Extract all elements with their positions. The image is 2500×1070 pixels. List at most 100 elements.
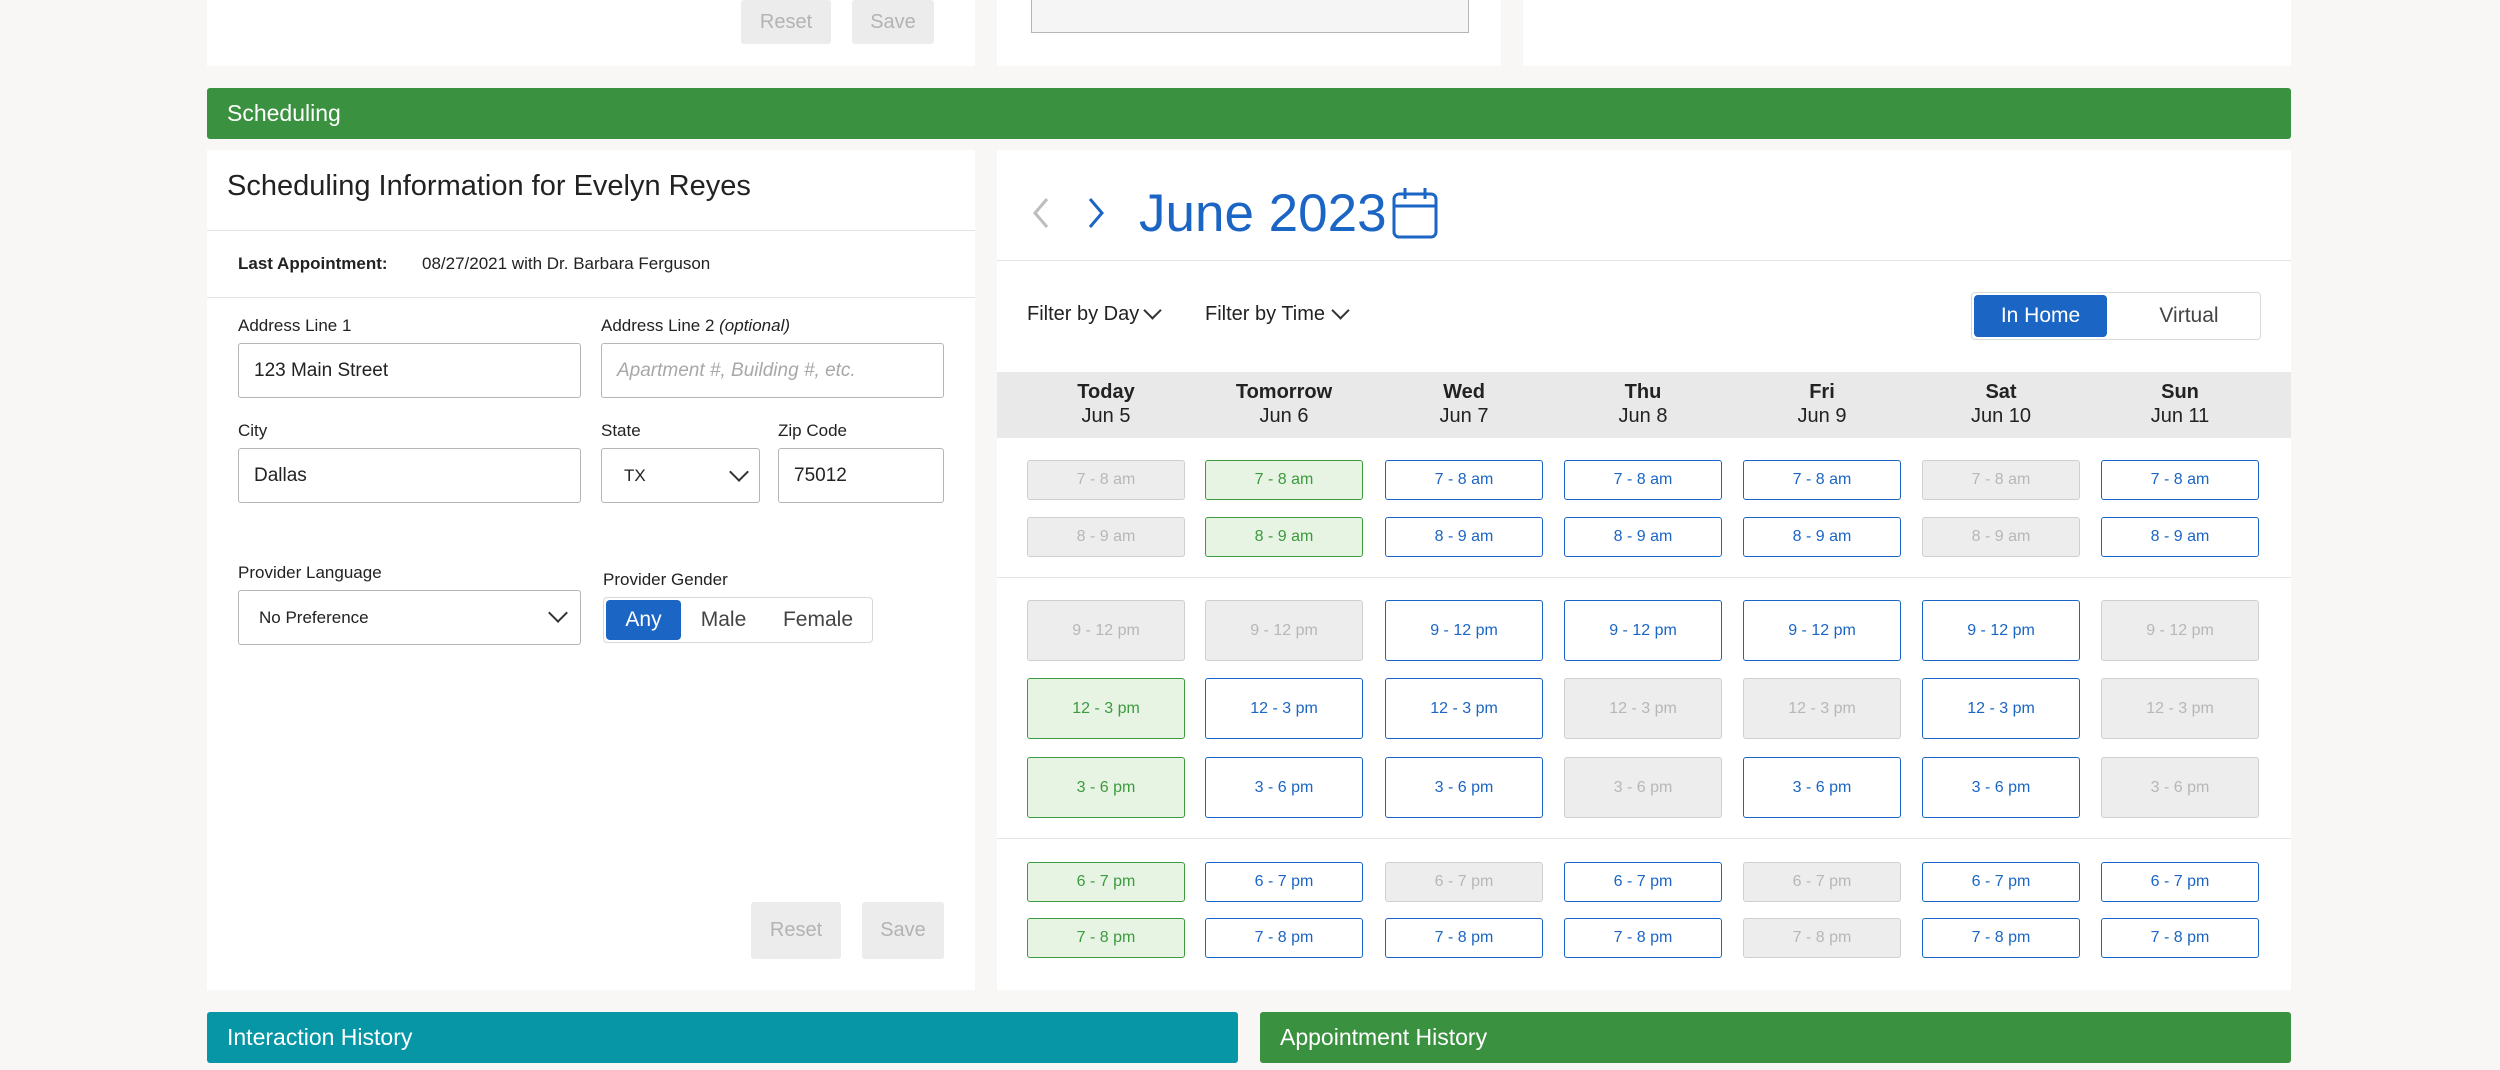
scheduling-bar-title: Scheduling — [227, 100, 341, 126]
day-date: Jun 6 — [1259, 405, 1309, 427]
gender-any-button[interactable]: Any — [606, 600, 681, 640]
time-slot-button[interactable]: 8 - 9 am — [2101, 517, 2259, 557]
chevron-left-icon[interactable] — [1029, 195, 1053, 231]
time-slot-button: 12 - 3 pm — [1564, 678, 1722, 739]
last-appointment-value: 08/27/2021 with Dr. Barbara Ferguson — [422, 254, 711, 273]
day-name: Today — [1077, 381, 1135, 403]
day-header: Sat Jun 10 — [1911, 380, 2091, 428]
time-slot-button: 8 - 9 am — [1922, 517, 2080, 557]
day-name: Wed — [1443, 381, 1485, 403]
last-appointment-label: Last Appointment: — [238, 254, 388, 273]
day-date: Jun 11 — [2150, 405, 2210, 427]
slot-group-divider — [997, 577, 2291, 578]
time-slot-button[interactable]: 12 - 3 pm — [1385, 678, 1543, 739]
time-slot-button: 12 - 3 pm — [1743, 678, 1901, 739]
time-slot-button[interactable]: 12 - 3 pm — [1205, 678, 1363, 739]
day-name: Sun — [2161, 381, 2199, 403]
time-slot-button[interactable]: 7 - 8 am — [2101, 460, 2259, 500]
time-slot-button[interactable]: 3 - 6 pm — [1027, 757, 1185, 818]
day-date: Jun 10 — [1970, 405, 2032, 427]
time-slot-button[interactable]: 7 - 8 pm — [1205, 918, 1363, 958]
interaction-history-title: Interaction History — [227, 1024, 413, 1050]
gender-male-button[interactable]: Male — [686, 600, 761, 640]
language-select[interactable]: No Preference — [238, 590, 581, 645]
filter-by-time-label: Filter by Time — [1205, 303, 1326, 325]
time-slot-button[interactable]: 7 - 8 am — [1205, 460, 1363, 500]
time-slot-button[interactable]: 9 - 12 pm — [1922, 600, 2080, 661]
filter-by-day-label: Filter by Day — [1027, 303, 1140, 325]
time-slot-button[interactable]: 7 - 8 pm — [1385, 918, 1543, 958]
form-divider — [207, 297, 975, 298]
time-slot-button[interactable]: 6 - 7 pm — [1027, 862, 1185, 902]
time-slot-button[interactable]: 7 - 8 am — [1743, 460, 1901, 500]
gender-female-button[interactable]: Female — [766, 600, 870, 640]
day-date: Jun 5 — [1081, 405, 1131, 427]
interaction-history-bar[interactable]: Interaction History — [207, 1012, 1238, 1063]
calendar-header-divider — [997, 260, 2291, 261]
day-header: Fri Jun 9 — [1732, 380, 1912, 428]
time-slot-button[interactable]: 7 - 8 pm — [1027, 918, 1185, 958]
time-slot-button[interactable]: 12 - 3 pm — [1027, 678, 1185, 739]
top-reset-button[interactable]: Reset — [741, 0, 831, 44]
time-slot-button[interactable]: 8 - 9 am — [1205, 517, 1363, 557]
form-reset-button[interactable]: Reset — [751, 902, 841, 959]
time-slot-button[interactable]: 3 - 6 pm — [1385, 757, 1543, 818]
zip-field[interactable]: 75012 — [778, 448, 944, 503]
city-field[interactable]: Dallas — [238, 448, 581, 503]
top-middle-textarea[interactable] — [1031, 0, 1469, 33]
address1-field[interactable]: 123 Main Street — [238, 343, 581, 398]
time-slot-button[interactable]: 7 - 8 am — [1385, 460, 1543, 500]
time-slot-button: 7 - 8 pm — [1743, 918, 1901, 958]
time-slot-button[interactable]: 7 - 8 pm — [2101, 918, 2259, 958]
time-slot-button[interactable]: 9 - 12 pm — [1743, 600, 1901, 661]
filter-by-day-dropdown[interactable]: Filter by Day — [1027, 303, 1139, 326]
time-slot-button[interactable]: 9 - 12 pm — [1564, 600, 1722, 661]
time-slot-button[interactable]: 7 - 8 pm — [1564, 918, 1722, 958]
time-slot-button: 6 - 7 pm — [1385, 862, 1543, 902]
time-slot-button: 9 - 12 pm — [1027, 600, 1185, 661]
day-header: Tomorrow Jun 6 — [1194, 380, 1374, 428]
time-slot-button[interactable]: 7 - 8 pm — [1922, 918, 2080, 958]
time-slot-button[interactable]: 6 - 7 pm — [1564, 862, 1722, 902]
form-heading: Scheduling Information for Evelyn Reyes — [227, 170, 751, 202]
day-header: Thu Jun 8 — [1553, 380, 1733, 428]
time-slot-button[interactable]: 12 - 3 pm — [1922, 678, 2080, 739]
time-slot-button[interactable]: 3 - 6 pm — [1922, 757, 2080, 818]
calendar-icon[interactable] — [1391, 186, 1439, 240]
time-slot-button[interactable]: 7 - 8 am — [1564, 460, 1722, 500]
chevron-right-icon[interactable] — [1084, 195, 1108, 231]
time-slot-button[interactable]: 8 - 9 am — [1743, 517, 1901, 557]
appointment-history-bar[interactable]: Appointment History — [1260, 1012, 2291, 1063]
slot-group-divider — [997, 838, 2291, 839]
state-label: State — [601, 421, 641, 440]
address2-optional-text: (optional) — [719, 316, 791, 335]
day-name: Fri — [1809, 381, 1835, 403]
time-slot-button: 8 - 9 am — [1027, 517, 1185, 557]
top-save-button[interactable]: Save — [852, 0, 934, 44]
time-slot-button[interactable]: 6 - 7 pm — [2101, 862, 2259, 902]
form-divider — [207, 230, 975, 231]
day-header: Sun Jun 11 — [2090, 380, 2270, 428]
form-save-button[interactable]: Save — [862, 902, 944, 959]
day-date: Jun 7 — [1439, 405, 1489, 427]
language-label: Provider Language — [238, 563, 382, 582]
virtual-button[interactable]: Virtual — [2121, 295, 2257, 337]
in-home-button[interactable]: In Home — [1974, 295, 2107, 337]
time-slot-button[interactable]: 8 - 9 am — [1564, 517, 1722, 557]
time-slot-button[interactable]: 8 - 9 am — [1385, 517, 1543, 557]
time-slot-button: 9 - 12 pm — [2101, 600, 2259, 661]
filter-by-time-dropdown[interactable]: Filter by Time — [1205, 303, 1325, 326]
appointment-history-title: Appointment History — [1280, 1024, 1488, 1050]
day-name: Sat — [1985, 381, 2017, 403]
time-slot-button[interactable]: 3 - 6 pm — [1743, 757, 1901, 818]
time-slot-button[interactable]: 6 - 7 pm — [1205, 862, 1363, 902]
city-label: City — [238, 421, 268, 440]
scheduling-section-bar[interactable]: Scheduling — [207, 88, 2291, 139]
gender-label: Provider Gender — [603, 570, 728, 589]
address1-label: Address Line 1 — [238, 316, 352, 335]
time-slot-button[interactable]: 3 - 6 pm — [1205, 757, 1363, 818]
time-slot-button[interactable]: 6 - 7 pm — [1922, 862, 2080, 902]
time-slot-button[interactable]: 9 - 12 pm — [1385, 600, 1543, 661]
address2-label-text: Address Line 2 — [601, 316, 715, 335]
address2-field[interactable]: Apartment #, Building #, etc. — [601, 343, 944, 398]
